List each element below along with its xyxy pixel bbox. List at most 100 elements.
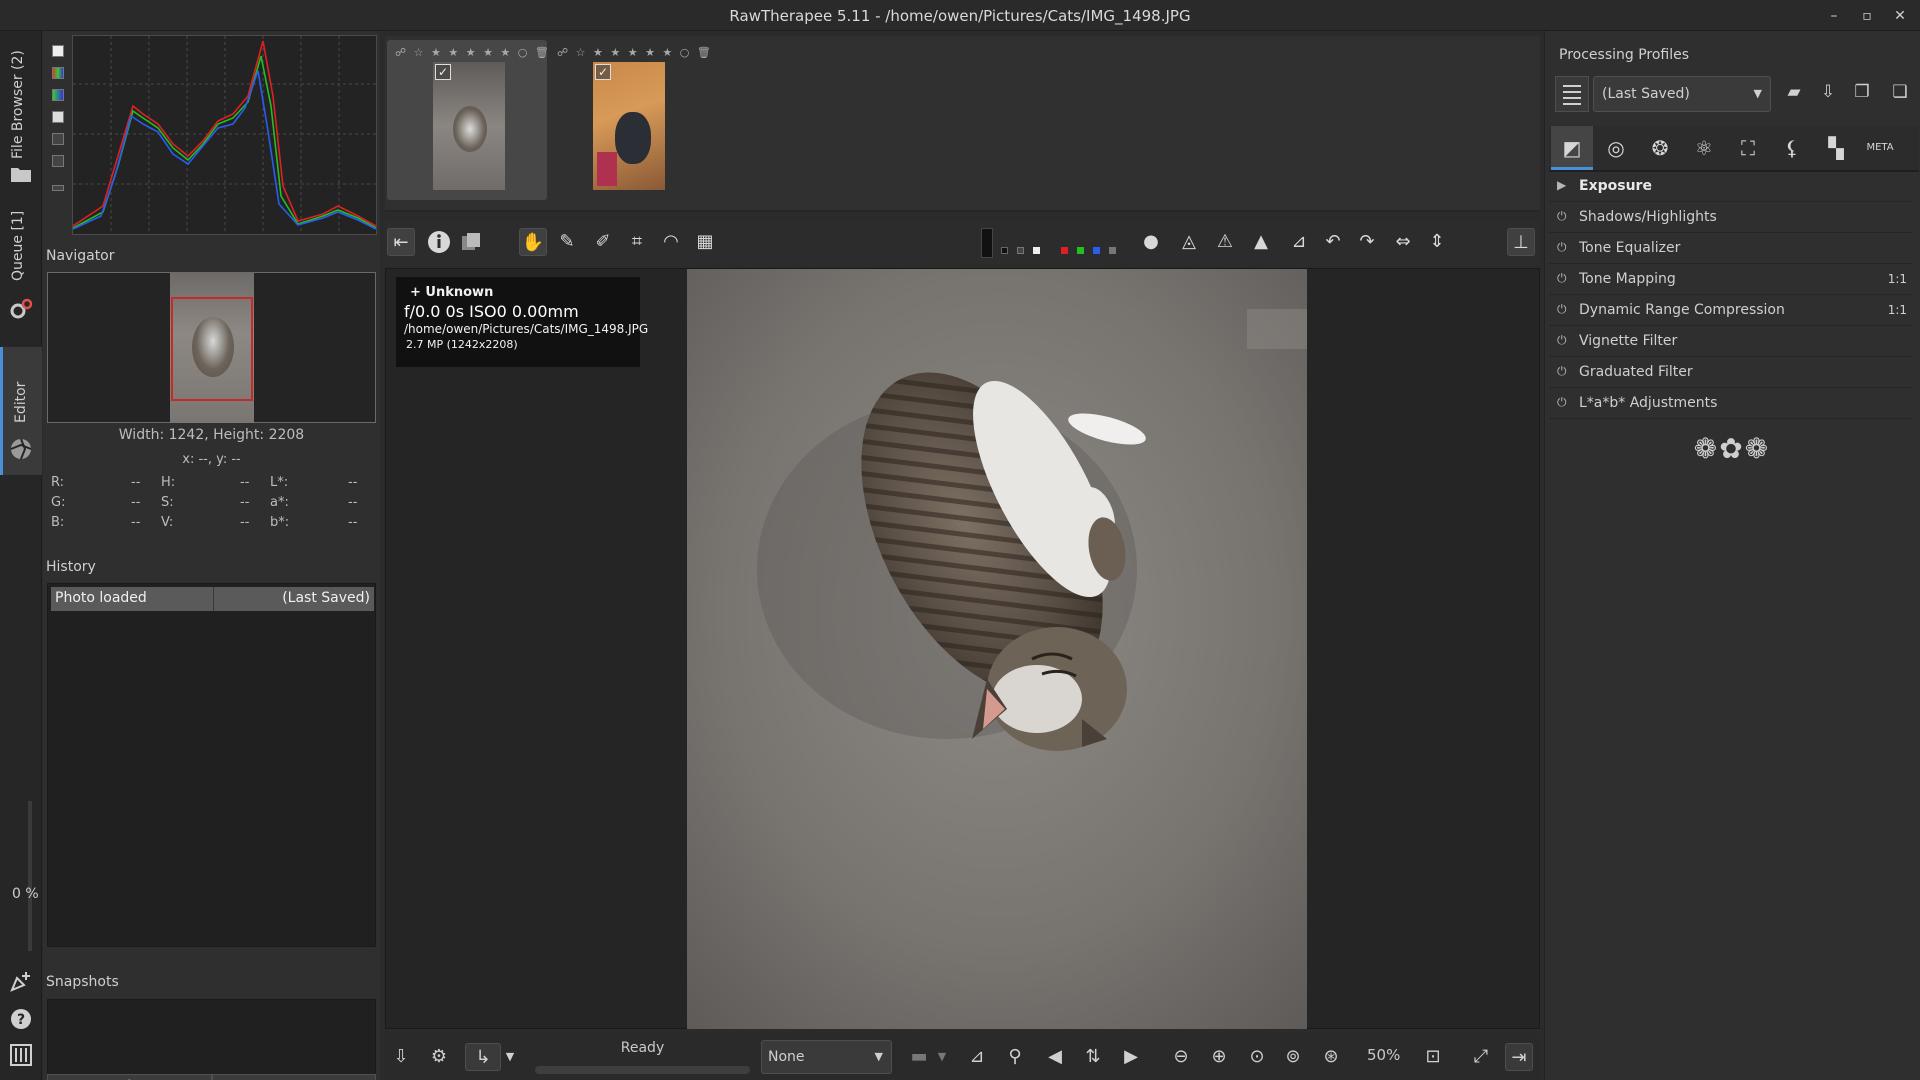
tool-lab-adjustments[interactable]: ⏻ L*a*b* Adjustments xyxy=(1549,389,1913,419)
zoom-100-icon[interactable]: ⊛ xyxy=(1317,1043,1345,1071)
bg-white-swatch[interactable] xyxy=(1033,247,1040,254)
tool-dynamic-range-compression[interactable]: ⏻ Dynamic Range Compression 1:1 xyxy=(1549,296,1913,326)
zoom-fit-crop-icon[interactable]: ⊚ xyxy=(1279,1043,1307,1071)
gamut-warning-icon[interactable]: ⚲ xyxy=(1001,1043,1029,1071)
folder-icon[interactable] xyxy=(10,165,32,183)
send-to-editor-icon[interactable] xyxy=(9,969,33,993)
tab-details[interactable]: ◎ xyxy=(1595,126,1637,170)
perspective-icon[interactable]: ▦ xyxy=(691,228,719,256)
save-profile-icon[interactable]: ⇩ xyxy=(1815,82,1841,106)
navigator-selection-rectangle[interactable] xyxy=(171,297,253,401)
paste-profile-icon[interactable]: ❏ xyxy=(1887,82,1913,106)
filmstrip-thumbnail[interactable]: ☍ ☆ ★ ★ ★ ★ ★ ○ 🗑 ✓ xyxy=(387,40,549,200)
tab-metadata[interactable]: META xyxy=(1859,126,1901,170)
hand-tool-icon[interactable]: ✋ xyxy=(519,228,547,256)
history-row[interactable]: Photo loaded (Last Saved) xyxy=(51,587,374,611)
next-image-icon[interactable]: ▶ xyxy=(1117,1043,1145,1071)
sync-image-icon[interactable]: ⇅ xyxy=(1079,1043,1107,1071)
remove-snapshot-button[interactable]: − xyxy=(211,1074,376,1080)
thumbnail-toolbar[interactable]: ☍ ☆ ★ ★ ★ ★ ★ ○ 🗑 xyxy=(557,46,713,59)
open-profile-icon[interactable]: ▰ xyxy=(1781,82,1807,106)
thumbnail-checkbox[interactable]: ✓ xyxy=(435,64,451,80)
histogram-bar-toggle-icon[interactable] xyxy=(52,185,64,191)
filmstrip-thumbnail[interactable]: ☍ ☆ ★ ★ ★ ★ ★ ○ 🗑 ✓ xyxy=(549,40,711,200)
hide-top-panel-button[interactable]: ⊥ xyxy=(1507,228,1535,256)
histogram-raw-icon[interactable] xyxy=(52,155,64,167)
tab-color[interactable]: ❂ xyxy=(1639,126,1681,170)
new-detail-window-icon[interactable]: ⊡ xyxy=(1419,1043,1447,1071)
minimize-button[interactable]: – xyxy=(1824,6,1844,26)
send-to-external-editor-button[interactable]: ↳ xyxy=(465,1043,501,1071)
flip-horizontal-icon[interactable]: ⇔ xyxy=(1389,228,1417,256)
tab-local-adjustments[interactable]: ▚ xyxy=(1815,126,1857,170)
tab-queue[interactable]: Queue [1] xyxy=(0,211,42,301)
gamut-dropdown-icon[interactable]: ▼ xyxy=(928,1043,956,1071)
maximize-button[interactable]: ▫ xyxy=(1857,6,1877,26)
rotate-left-icon[interactable]: ↶ xyxy=(1319,228,1347,256)
external-editor-dropdown-icon[interactable]: ▼ xyxy=(501,1043,519,1071)
preview-background-selector[interactable] xyxy=(981,228,993,258)
highlight-warning-icon[interactable]: ⚠ xyxy=(1211,228,1239,256)
green-channel-swatch[interactable] xyxy=(1077,247,1084,254)
tab-exposure[interactable]: ◩ xyxy=(1551,126,1593,170)
queue-settings-icon[interactable]: ⚙ xyxy=(425,1043,453,1071)
thumbnail-toolbar[interactable]: ☍ ☆ ★ ★ ★ ★ ★ ○ 🗑 xyxy=(395,46,551,59)
help-icon[interactable]: ? xyxy=(9,1007,33,1031)
tool-tone-equalizer[interactable]: ⏻ Tone Equalizer xyxy=(1549,234,1913,264)
add-snapshot-button[interactable]: + xyxy=(47,1074,212,1080)
histogram-rgb-icon[interactable] xyxy=(52,67,64,79)
power-icon[interactable]: ⏻ xyxy=(1557,240,1567,255)
focus-mask-icon[interactable]: ● xyxy=(1137,228,1165,256)
tab-file-browser[interactable]: File Browser (2) xyxy=(0,39,42,179)
gears-icon[interactable] xyxy=(9,297,33,321)
rotate-right-icon[interactable]: ↷ xyxy=(1353,228,1381,256)
save-image-icon[interactable]: ⇩ xyxy=(387,1043,415,1071)
previous-image-icon[interactable]: ◀ xyxy=(1041,1043,1069,1071)
power-icon[interactable]: ⏻ xyxy=(1557,364,1567,379)
tab-raw[interactable]: ⚸ xyxy=(1771,126,1813,170)
preferences-icon[interactable] xyxy=(9,1043,33,1067)
zoom-out-icon[interactable]: ⊖ xyxy=(1167,1043,1195,1071)
bg-gray-swatch[interactable] xyxy=(1017,247,1024,254)
info-icon[interactable] xyxy=(425,228,453,256)
histogram-chroma-icon[interactable] xyxy=(52,133,64,145)
fullscreen-icon[interactable]: ⤢ xyxy=(1467,1043,1495,1071)
snapshots-list[interactable] xyxy=(47,999,376,1077)
zoom-in-icon[interactable]: ⊕ xyxy=(1205,1043,1233,1071)
red-channel-swatch[interactable] xyxy=(1061,247,1068,254)
zoom-fit-icon[interactable]: ⊙ xyxy=(1243,1043,1271,1071)
white-balance-picker-icon[interactable]: ✎ xyxy=(553,228,581,256)
thumbnail-checkbox[interactable]: ✓ xyxy=(595,64,611,80)
history-list[interactable]: Photo loaded (Last Saved) xyxy=(47,583,376,947)
copy-profile-icon[interactable]: ❐ xyxy=(1849,82,1875,106)
before-after-icon[interactable] xyxy=(457,228,485,256)
power-icon[interactable]: ⏻ xyxy=(1557,209,1567,224)
hide-left-panel-button[interactable]: ⇤ xyxy=(387,228,415,256)
tool-exposure[interactable]: ▶ Exposure xyxy=(1549,172,1913,202)
flip-vertical-icon[interactable]: ⇕ xyxy=(1423,228,1451,256)
image-viewer[interactable]: + Unknown f/0.0 0s ISO0 0.00mm /home/owe… xyxy=(385,268,1540,1029)
crop-icon[interactable]: ⌗ xyxy=(623,228,651,256)
tool-shadows-highlights[interactable]: ⏻ Shadows/Highlights xyxy=(1549,203,1913,233)
power-icon[interactable]: ⏻ xyxy=(1557,302,1567,317)
tool-graduated-filter[interactable]: ⏻ Graduated Filter xyxy=(1549,358,1913,388)
photo-preview[interactable] xyxy=(687,269,1307,1029)
profile-list-icon[interactable] xyxy=(1555,76,1589,112)
processing-profile-select[interactable]: (Last Saved) ▼ xyxy=(1593,76,1771,112)
clipping-warning-icon[interactable]: ▲ xyxy=(1247,228,1275,256)
power-icon[interactable]: ⏻ xyxy=(1557,271,1567,286)
blue-channel-swatch[interactable] xyxy=(1093,247,1100,254)
tool-tone-mapping[interactable]: ⏻ Tone Mapping 1:1 xyxy=(1549,265,1913,295)
histogram-mode-icon[interactable] xyxy=(52,45,64,57)
power-icon[interactable]: ⏻ xyxy=(1557,333,1567,348)
crop-guide-icon[interactable]: ⊿ xyxy=(1285,228,1313,256)
luminance-swatch[interactable] xyxy=(1109,247,1116,254)
straighten-icon[interactable]: ◠ xyxy=(657,228,685,256)
tab-editor[interactable]: Editor xyxy=(0,347,42,475)
histogram-luminance-icon[interactable] xyxy=(52,111,64,123)
hide-right-panel-button[interactable]: ⇥ xyxy=(1505,1043,1533,1071)
power-icon[interactable]: ⏻ xyxy=(1557,395,1567,410)
output-profile-select[interactable]: None ▼ xyxy=(761,1040,892,1074)
shadow-clipping-icon[interactable]: ◬ xyxy=(1175,228,1203,256)
bg-black-swatch[interactable] xyxy=(1001,247,1008,254)
